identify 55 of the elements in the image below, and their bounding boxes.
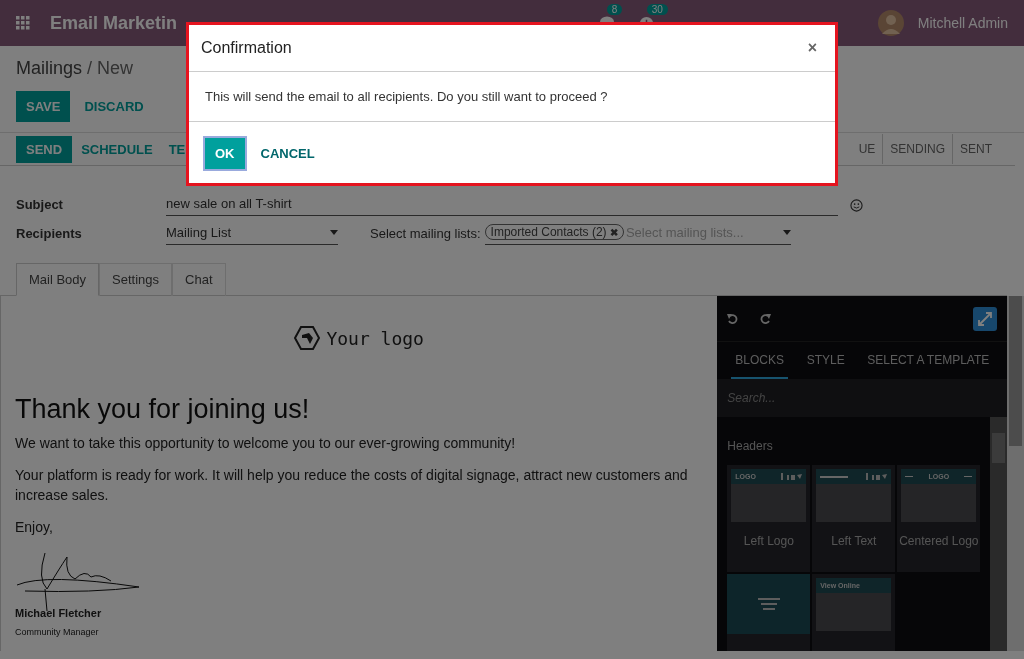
recipients-select[interactable]: Mailing List — [166, 223, 338, 245]
form-tab[interactable]: Mail Body — [16, 263, 100, 296]
undo-icon[interactable] — [727, 312, 740, 325]
stage-step[interactable]: SENT — [952, 134, 999, 164]
status-button[interactable]: SEND — [16, 135, 73, 163]
block-label: Left Logo — [742, 533, 795, 550]
user-name[interactable]: Mitchell Admin — [917, 15, 1008, 31]
block-label: Centered Logo — [898, 533, 980, 550]
discard-button[interactable]: DISCARD — [74, 91, 154, 122]
subject-field[interactable]: new sale on all T-shirt — [166, 194, 838, 216]
form-tab[interactable]: Chat — [172, 263, 226, 296]
editor-tab[interactable]: SELECT A TEMPLATE — [863, 342, 994, 379]
remove-icon[interactable]: ✖ — [609, 227, 618, 238]
panel-scrollbar[interactable] — [990, 417, 1008, 651]
email-paragraph: We want to take this opportunity to welcome you to our ever-growing community! — [15, 434, 517, 453]
app-title: Email Marketin — [50, 12, 178, 34]
page-scrollbar[interactable] — [1007, 296, 1024, 651]
snippet-block[interactable]: Left Text — [812, 465, 896, 572]
dialog-message: This will send the email to all recipients. Do you still want to proceed ? — [189, 72, 835, 122]
field-label: Recipients — [16, 226, 83, 243]
logo-text: Your logo — [326, 327, 424, 349]
cancel-button[interactable]: CANCEL — [254, 138, 321, 169]
signer-name: Michael Fletcher — [15, 607, 103, 619]
ok-button[interactable]: OK — [203, 136, 247, 171]
redo-icon[interactable] — [759, 312, 772, 325]
field-label: Select mailing lists: — [370, 226, 481, 243]
notification-count: 8 — [606, 4, 623, 15]
notification-count: 30 — [646, 3, 668, 15]
breadcrumb-link[interactable]: Mailings — [16, 58, 83, 78]
stage-step[interactable]: UE — [858, 134, 883, 164]
apps-menu-icon[interactable] — [16, 16, 30, 30]
breadcrumb-current: New — [97, 58, 134, 78]
cover-lines-icon — [757, 598, 780, 610]
close-button[interactable]: × — [801, 38, 823, 58]
email-paragraph: Enjoy, — [15, 518, 54, 537]
editor-tab[interactable]: STYLE — [802, 342, 849, 379]
hexagon-logo-icon — [294, 326, 321, 350]
stage-step[interactable]: SENDING — [882, 134, 952, 164]
section-title: Headers — [727, 439, 774, 453]
emoji-icon[interactable] — [850, 199, 863, 212]
form-tab[interactable]: Settings — [99, 263, 173, 296]
email-heading: Thank you for joining us! — [15, 394, 311, 425]
fullscreen-button[interactable] — [973, 306, 998, 331]
block-label: Left Text — [830, 533, 878, 550]
status-button[interactable]: TE — [161, 135, 193, 163]
breadcrumb-separator: / — [87, 58, 93, 78]
save-button[interactable]: SAVE — [16, 91, 71, 122]
email-paragraph: Your platform is ready for work. It will help you reduce the costs of digital signage, attract new customers and increase sales. — [15, 466, 689, 505]
avatar-icon[interactable] — [877, 10, 904, 36]
signer-role: Community Manager — [15, 627, 100, 637]
field-label: Subject — [16, 197, 64, 214]
status-button[interactable]: SCHEDULE — [74, 135, 160, 163]
social-icons — [780, 473, 803, 480]
dialog-title: Confirmation — [201, 39, 292, 57]
social-icons — [865, 473, 888, 480]
